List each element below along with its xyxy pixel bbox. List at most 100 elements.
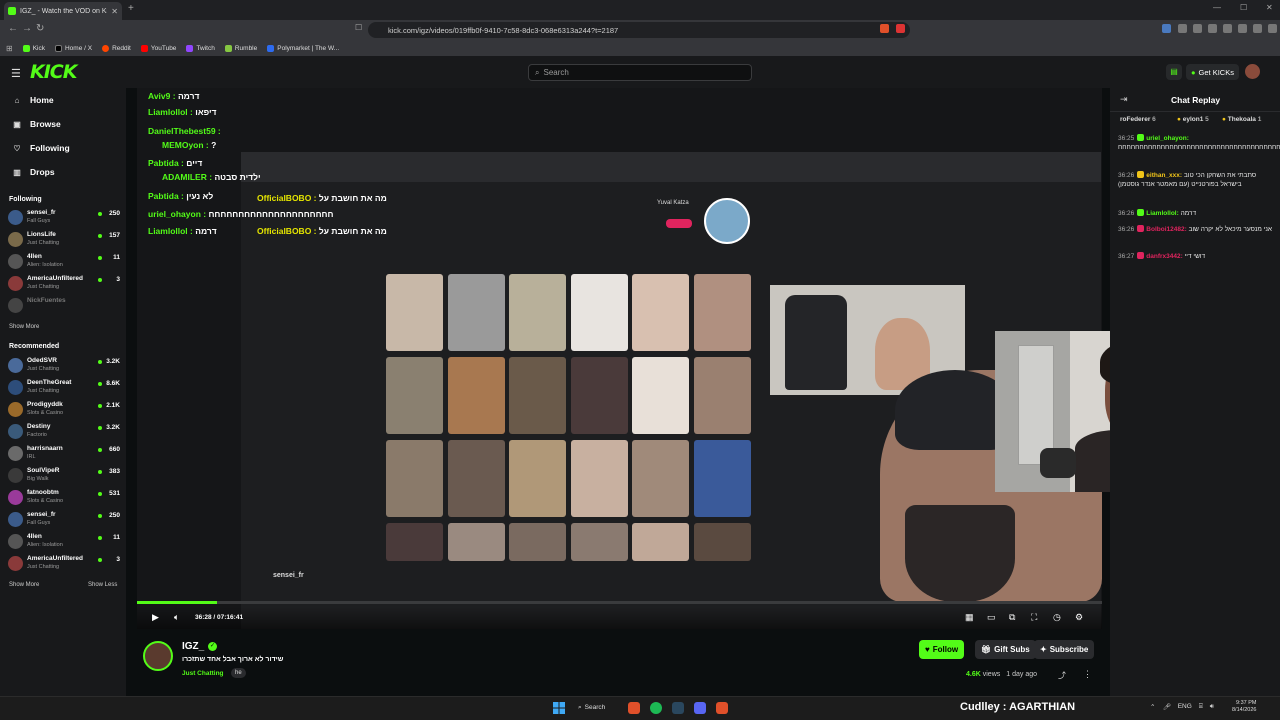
bookmark-reddit[interactable]: Reddit bbox=[102, 44, 131, 52]
chat-username[interactable]: Liamlollol: bbox=[1146, 210, 1179, 217]
chat-username[interactable]: uriel_ohayon: bbox=[1146, 135, 1189, 142]
collapse-chat-icon[interactable]: ⇥ bbox=[1120, 94, 1128, 105]
steam-icon[interactable] bbox=[672, 702, 684, 714]
search-input[interactable]: ⌕ Search bbox=[528, 64, 752, 81]
bookmark-kick[interactable]: Kick bbox=[22, 44, 45, 52]
gift-subs-button[interactable]: 🎁︎ Gift Subs bbox=[975, 640, 1036, 659]
sidebar-channel[interactable]: fatnoobtm Slots & Casino 531 bbox=[8, 488, 120, 508]
more-options-icon[interactable]: ⋮ bbox=[1083, 669, 1092, 680]
apps-icon[interactable]: ⊞ bbox=[6, 44, 13, 53]
sidebar-channel[interactable]: AmericaUnfiltered Just Chatting 3 bbox=[8, 274, 120, 294]
overlay-chat-user: Aviv9 : bbox=[148, 91, 176, 101]
volume-icon[interactable]: 🔈︎ bbox=[174, 612, 179, 623]
sidebar-channel[interactable]: OdedSVR Just Chatting 3.2K bbox=[8, 356, 120, 376]
show-more-following[interactable]: Show More bbox=[9, 324, 39, 330]
vpn-icon[interactable] bbox=[1253, 24, 1262, 33]
new-tab-button[interactable]: + bbox=[128, 3, 134, 14]
maximize-icon[interactable]: ☐ bbox=[1240, 3, 1247, 12]
sidebar-item-following[interactable]: ♡ Following bbox=[12, 143, 69, 153]
clip-icon[interactable]: ▦ bbox=[965, 612, 974, 623]
kicks-wallet-icon[interactable]: ▤ bbox=[1166, 64, 1182, 80]
sidebar-icon[interactable] bbox=[1208, 24, 1217, 33]
brave-icon[interactable] bbox=[628, 702, 640, 714]
leader-3[interactable]: ● Thekoala 1 bbox=[1222, 116, 1261, 123]
music-icon[interactable] bbox=[1193, 24, 1202, 33]
category-link[interactable]: Just Chatting bbox=[182, 670, 224, 677]
close-window-icon[interactable]: ✕ bbox=[1266, 3, 1273, 12]
sidebar-channel[interactable]: NickFuentes bbox=[8, 296, 120, 316]
sidebar-item-drops[interactable]: ▥ Drops bbox=[12, 167, 54, 177]
sidebar-channel[interactable]: Prodigyddk Slots & Casino 2.1K bbox=[8, 400, 120, 420]
hamburger-menu-icon[interactable]: ☰ bbox=[11, 67, 21, 80]
player-controls bbox=[137, 607, 1102, 629]
extension-icon[interactable] bbox=[1178, 24, 1187, 33]
sidebar-item-home[interactable]: ⌂ Home bbox=[12, 95, 54, 105]
wallet-icon[interactable] bbox=[1223, 24, 1232, 33]
sidebar-channel[interactable]: SoulVipeR Big Walk 383 bbox=[8, 466, 120, 486]
show-less-recommended[interactable]: Show Less bbox=[88, 582, 117, 588]
chevron-up-icon[interactable]: ⌃ bbox=[1150, 703, 1155, 711]
language-tag[interactable]: he bbox=[231, 668, 246, 678]
browser-tab[interactable]: IGZ_ - Watch the VOD on Kick ✕ bbox=[4, 2, 122, 20]
sidebar-channel[interactable]: Destiny Factorio 3.2K bbox=[8, 422, 120, 442]
reload-icon[interactable]: ↻ bbox=[36, 23, 44, 34]
theater-icon[interactable]: ▭ bbox=[987, 612, 996, 623]
mic-icon[interactable]: 🎤︎ bbox=[1162, 703, 1170, 711]
get-kicks-button[interactable]: ● Get KICKs bbox=[1186, 64, 1239, 80]
channel-name[interactable]: IGZ_ bbox=[182, 641, 204, 652]
extension-icon[interactable] bbox=[1162, 24, 1171, 33]
sidebar-channel[interactable]: harrisnaarn IRL 660 bbox=[8, 444, 120, 464]
leader-2[interactable]: ● eylon1 5 bbox=[1177, 116, 1209, 123]
bookmark-rumble[interactable]: Rumble bbox=[224, 44, 257, 52]
show-more-recommended[interactable]: Show More bbox=[9, 582, 39, 588]
extension-icon[interactable] bbox=[1238, 24, 1247, 33]
sidebar-item-browse[interactable]: ▣ Browse bbox=[12, 119, 61, 129]
sidebar-channel[interactable]: sensei_fr Fall Guys 250 bbox=[8, 208, 120, 228]
windows-start-icon[interactable] bbox=[553, 702, 565, 714]
share-icon[interactable]: ⤴ bbox=[1058, 670, 1066, 681]
sidebar-channel[interactable]: LionsLife Just Chatting 157 bbox=[8, 230, 120, 250]
sidebar-channel[interactable]: DeenTheGreat Just Chatting 8.6K bbox=[8, 378, 120, 398]
channel-avatar[interactable] bbox=[143, 641, 173, 671]
progress-track[interactable] bbox=[137, 601, 1102, 604]
sidebar-channel[interactable]: 4llen Alien: Isolation 11 bbox=[8, 532, 120, 552]
subscribe-button[interactable]: ✦ Subscribe bbox=[1034, 640, 1095, 659]
bookmark-youtube[interactable]: YouTube bbox=[140, 44, 176, 52]
fullscreen-icon[interactable]: ⛶ bbox=[1031, 612, 1037, 623]
sidebar-channel[interactable]: AmericaUnfiltered Just Chatting 3 bbox=[8, 554, 120, 574]
bookmark-twitch[interactable]: Twitch bbox=[186, 44, 215, 52]
network-icon[interactable]: ⌸ bbox=[1199, 703, 1203, 711]
sidebar-channel[interactable]: 4llen Alien: Isolation 11 bbox=[8, 252, 120, 272]
kick-logo[interactable]: KICK bbox=[30, 61, 77, 83]
bookmark-x[interactable]: Home / X bbox=[54, 44, 92, 52]
volume-icon[interactable]: 🔊︎ bbox=[1210, 703, 1214, 711]
forward-icon[interactable]: → bbox=[22, 23, 32, 34]
chat-username[interactable]: Bolboi12482: bbox=[1146, 226, 1186, 233]
url-field[interactable]: kick.com/igz/videos/019ffb0f-9410-7c58-8… bbox=[368, 22, 910, 38]
chat-username[interactable]: danfrx3442: bbox=[1146, 253, 1183, 260]
brave-icon[interactable] bbox=[716, 702, 728, 714]
brave-rewards-icon[interactable] bbox=[896, 24, 905, 33]
menu-icon[interactable] bbox=[1268, 24, 1277, 33]
lang-indicator[interactable]: ENG bbox=[1178, 703, 1192, 711]
bookmark-polymarket[interactable]: Polymarket | The W... bbox=[267, 44, 339, 52]
bookmark-page-icon[interactable]: ☐ bbox=[355, 23, 362, 32]
settings-gear-icon[interactable]: ⚙ bbox=[1075, 612, 1083, 623]
clock[interactable]: 9:37 PM 8/14/2026 bbox=[1232, 700, 1256, 714]
chat-username[interactable]: eithan_xxx: bbox=[1146, 172, 1182, 179]
speed-icon[interactable]: ◷ bbox=[1053, 612, 1061, 623]
now-playing[interactable]: Cudlley : AGARTHIAN bbox=[960, 701, 1075, 713]
spotify-icon[interactable] bbox=[650, 702, 662, 714]
pip-icon[interactable]: ⧉ bbox=[1009, 612, 1015, 623]
minimize-icon[interactable]: — bbox=[1213, 3, 1221, 12]
taskbar-search[interactable]: ⌕ Search bbox=[578, 700, 618, 715]
user-avatar[interactable] bbox=[1245, 64, 1260, 79]
back-icon[interactable]: ← bbox=[8, 23, 18, 34]
follow-button[interactable]: ♥ Follow bbox=[919, 640, 965, 659]
discord-icon[interactable] bbox=[694, 702, 706, 714]
brave-shield-icon[interactable] bbox=[880, 24, 889, 33]
tab-close-icon[interactable]: ✕ bbox=[111, 7, 118, 16]
play-icon[interactable]: ▶ bbox=[152, 612, 159, 623]
leader-1[interactable]: roFederer 6 bbox=[1120, 116, 1156, 123]
sidebar-channel[interactable]: sensei_fr Fall Guys 250 bbox=[8, 510, 120, 530]
